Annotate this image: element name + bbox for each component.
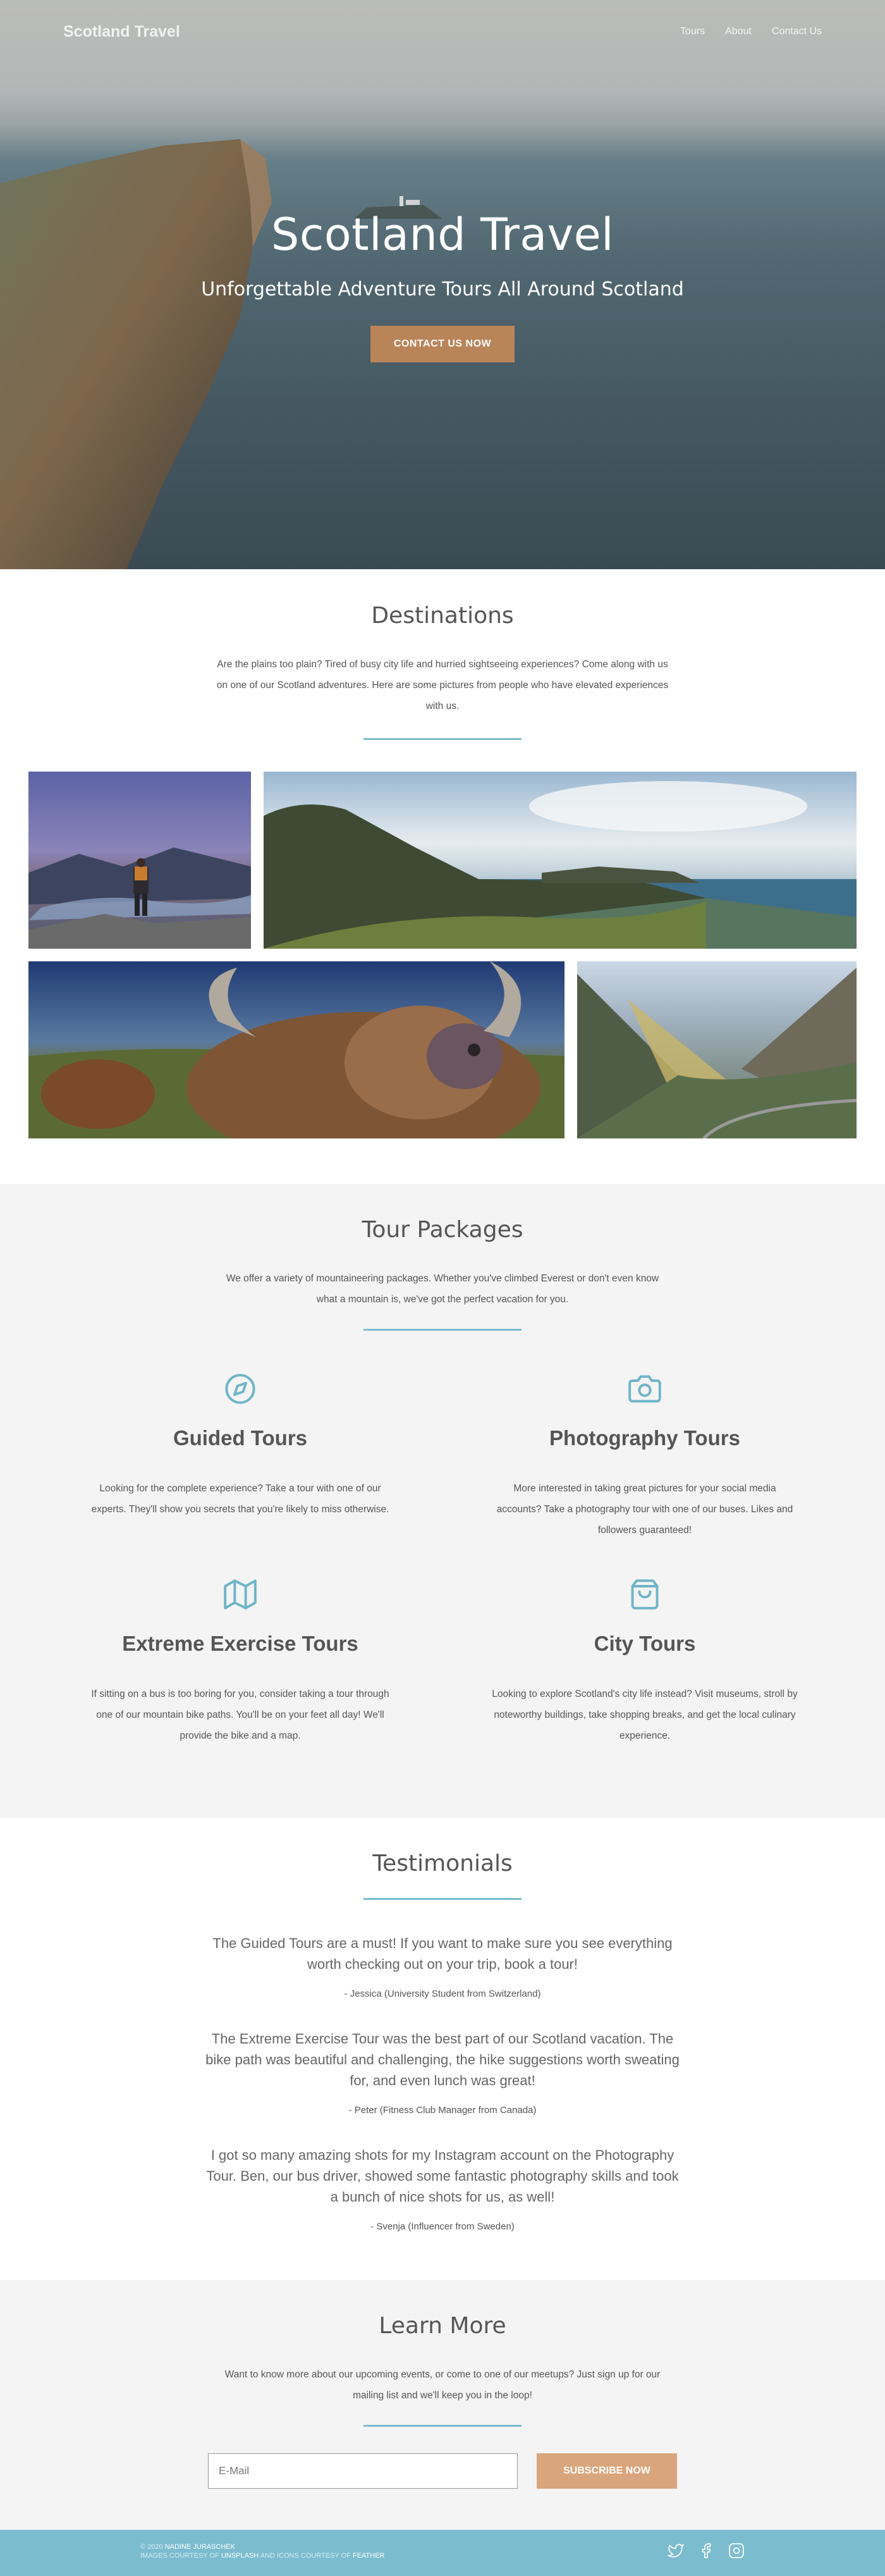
tour-grid: Guided Tours Looking for the complete ex… xyxy=(82,1331,803,1741)
gallery-image-highland-cow[interactable] xyxy=(28,961,565,1138)
author-link[interactable]: NADINE JURASCHEK xyxy=(165,2543,235,2551)
section-divider xyxy=(363,1898,522,1900)
footer: © 2020 NADINE JURASCHEK IMAGES COURTESY … xyxy=(0,2530,885,2576)
shopping-bag-icon xyxy=(631,1579,659,1610)
images-credit-prefix: IMAGES COURTESY OF xyxy=(140,2552,221,2560)
signup-form: SUBSCRIBE NOW xyxy=(0,2453,885,2489)
top-nav: Scotland Travel Tours About Contact Us xyxy=(0,0,885,63)
tours-intro: We offer a variety of mountaineering pac… xyxy=(226,1273,659,1305)
icons-credit-prefix: AND ICONS COURTESY OF xyxy=(259,2552,353,2560)
destinations-intro: Are the plains too plain? Tired of busy … xyxy=(216,659,669,712)
nav-link-contact[interactable]: Contact Us xyxy=(772,26,822,37)
tour-title: Guided Tours xyxy=(173,1426,308,1450)
testimonial-author: - Jessica (University Student from Switz… xyxy=(344,1988,541,1999)
testimonial-quote: I got so many amazing shots for my Insta… xyxy=(206,2147,679,2205)
testimonials-section: Testimonials The Guided Tours are a must… xyxy=(0,1818,885,2280)
camera-icon xyxy=(628,1375,661,1403)
tour-card-city: City Tours Looking to explore Scotland's… xyxy=(487,1578,803,1746)
nav-links: Tours About Contact Us xyxy=(680,26,822,37)
hero-content: Scotland Travel Unforgettable Adventure … xyxy=(0,209,885,362)
map-icon xyxy=(224,1579,257,1610)
testimonial-quote: The Extreme Exercise Tour was the best p… xyxy=(205,2031,680,2088)
gallery-image-hiker[interactable] xyxy=(28,772,251,949)
social-links xyxy=(668,2542,745,2559)
tour-title: Extreme Exercise Tours xyxy=(122,1632,358,1655)
tour-description: More interested in taking great pictures… xyxy=(496,1483,793,1536)
hero: Scotland Travel Tours About Contact Us S… xyxy=(0,0,885,569)
compass-icon xyxy=(225,1374,255,1404)
tour-title: Photography Tours xyxy=(549,1426,740,1450)
testimonial-author: - Peter (Fitness Club Manager from Canad… xyxy=(348,2105,537,2116)
testimonial: I got so many amazing shots for my Insta… xyxy=(202,2145,683,2232)
learn-more-title: Learn More xyxy=(379,2313,506,2339)
learn-more-section: Learn More Want to know more about our u… xyxy=(0,2280,885,2530)
email-input[interactable] xyxy=(208,2453,518,2489)
hero-title: Scotland Travel xyxy=(271,209,614,261)
tours-title: Tour Packages xyxy=(362,1217,523,1243)
gallery-image-glen-valley[interactable] xyxy=(577,961,857,1138)
testimonial: The Extreme Exercise Tour was the best p… xyxy=(202,2028,683,2116)
destinations-gallery xyxy=(28,772,857,1138)
tour-card-guided: Guided Tours Looking for the complete ex… xyxy=(82,1372,398,1520)
destinations-title: Destinations xyxy=(371,603,514,629)
testimonial-author: - Svenja (Influencer from Sweden) xyxy=(370,2221,515,2232)
tour-description: Looking to explore Scotland's city life … xyxy=(492,1689,798,1741)
testimonial-quote: The Guided Tours are a must! If you want… xyxy=(212,1935,673,1972)
tour-description: If sitting on a bus is too boring for yo… xyxy=(91,1689,389,1741)
tour-card-photography: Photography Tours More interested in tak… xyxy=(487,1372,803,1541)
gallery-image-sea-cliffs[interactable] xyxy=(264,772,857,949)
testimonial: The Guided Tours are a must! If you want… xyxy=(202,1933,683,1999)
hero-subtitle: Unforgettable Adventure Tours All Around… xyxy=(201,278,684,300)
tour-title: City Tours xyxy=(594,1632,696,1655)
instagram-icon[interactable] xyxy=(728,2542,745,2559)
tour-description: Looking for the complete experience? Tak… xyxy=(91,1483,389,1515)
contact-us-button[interactable]: CONTACT US NOW xyxy=(370,326,515,362)
subscribe-button[interactable]: SUBSCRIBE NOW xyxy=(537,2453,677,2489)
footer-credits: © 2020 NADINE JURASCHEK IMAGES COURTESY … xyxy=(140,2542,385,2560)
facebook-icon[interactable] xyxy=(698,2542,714,2559)
section-divider xyxy=(363,2425,522,2427)
nav-link-tours[interactable]: Tours xyxy=(680,26,705,37)
brand-logo[interactable]: Scotland Travel xyxy=(63,23,180,41)
unsplash-link[interactable]: UNSPLASH xyxy=(221,2552,259,2560)
twitter-icon[interactable] xyxy=(668,2542,684,2559)
nav-link-about[interactable]: About xyxy=(725,26,752,37)
copyright-prefix: © 2020 xyxy=(140,2543,165,2551)
tour-card-extreme: Extreme Exercise Tours If sitting on a b… xyxy=(82,1578,398,1746)
destinations-section: Destinations Are the plains too plain? T… xyxy=(0,569,885,1184)
section-divider xyxy=(363,738,522,740)
feather-link[interactable]: FEATHER xyxy=(353,2552,385,2560)
testimonials-title: Testimonials xyxy=(372,1851,513,1877)
learn-more-intro: Want to know more about our upcoming eve… xyxy=(224,2369,661,2401)
tours-section: Tour Packages We offer a variety of moun… xyxy=(0,1184,885,1818)
